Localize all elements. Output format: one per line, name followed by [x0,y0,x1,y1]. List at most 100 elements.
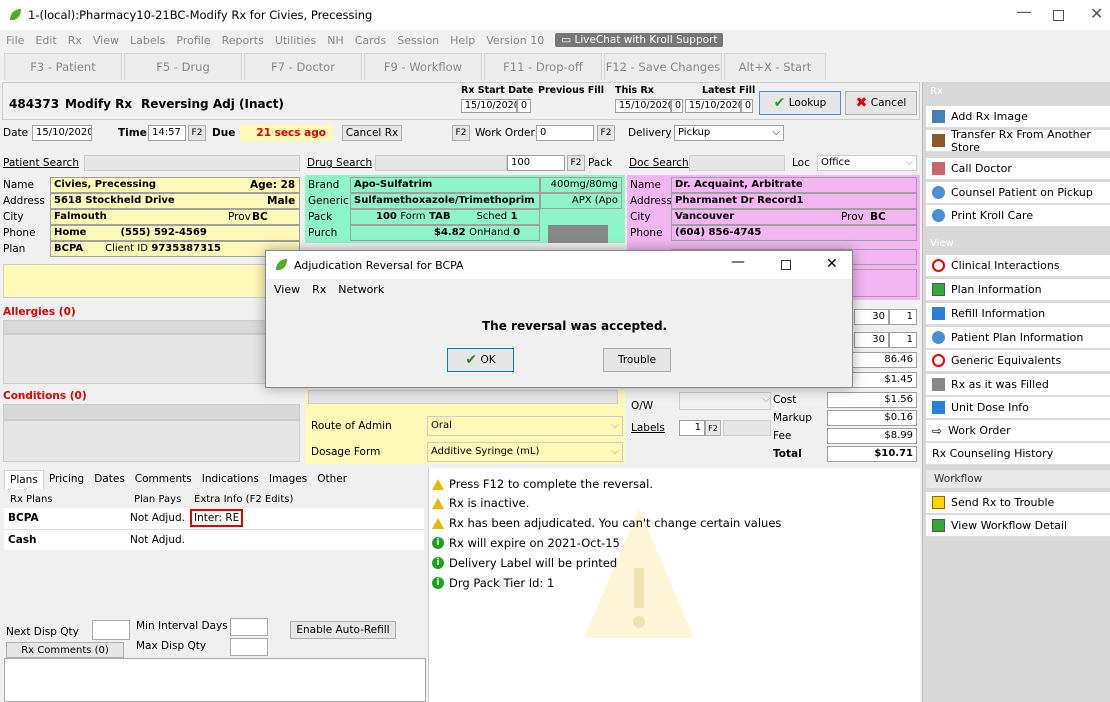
fkey-save[interactable]: F12 - Save Changes [604,53,722,80]
menu-profile[interactable]: Profile [176,34,210,47]
dialog-close-button[interactable]: ✕ [826,256,838,272]
min-interval-field[interactable] [230,618,268,636]
sidebar-item-add-rx-image[interactable]: Add Rx Image [926,106,1110,128]
route-select[interactable]: Oral ⌵ [427,416,623,436]
tab-pricing[interactable]: Pricing [44,470,89,489]
trouble-button[interactable]: Trouble [603,348,671,372]
tab-plans[interactable]: Plans [4,470,44,489]
ow-select[interactable]: ⌵ [679,392,771,410]
drug-qty-field[interactable]: 100 [507,155,565,171]
menu-utilities[interactable]: Utilities [275,34,316,47]
menu-help[interactable]: Help [450,34,475,47]
cancel-rx-button[interactable]: Cancel Rx [342,125,402,141]
time-f2-button[interactable]: F2 [188,125,206,141]
labels-field[interactable]: 1 [679,420,705,436]
sidebar-item-call-doctor[interactable]: Call Doctor [926,158,1110,180]
livechat-button[interactable]: ▭ LiveChat with Kroll Support [555,33,724,47]
qty2-field[interactable]: 30 [854,332,889,348]
fee-field[interactable]: $8.99 [827,428,917,444]
table-row[interactable]: BCPA Not Adjud. Inter: RE [4,508,424,530]
qty1b-field[interactable]: 1 [889,309,917,325]
drug-notes-field[interactable] [308,390,618,404]
sidebar-item-rx-as-filled[interactable]: Rx as it was Filled [926,374,1110,396]
doc-search-input[interactable] [689,155,785,171]
sidebar-item-patient-plan-information[interactable]: Patient Plan Information [926,327,1110,349]
patient-address-field[interactable]: 5618 Stockheld Drive [50,193,300,209]
dosage-select[interactable]: Additive Syringe (mL) ⌵ [427,442,623,462]
fkey-doctor[interactable]: F7 - Doctor [244,53,362,80]
rx-comments-field[interactable] [4,658,426,702]
labels-f2-button[interactable]: F2 [705,420,721,436]
this-rx-field[interactable]: 15/10/2020 [615,99,671,113]
next-disp-field[interactable] [92,620,130,640]
tab-comments[interactable]: Comments [130,470,197,489]
menu-cards[interactable]: Cards [355,34,386,47]
loc-select[interactable]: Office ⌵ [817,155,917,171]
close-window-button[interactable]: ✕ [1090,4,1103,23]
rx-comments-tab[interactable]: Rx Comments (0) [6,642,124,658]
menu-edit[interactable]: Edit [35,34,56,47]
tab-indications[interactable]: Indications [197,470,264,489]
rx-start-count[interactable]: 0 [517,99,531,113]
enable-auto-refill-button[interactable]: Enable Auto-Refill [290,621,396,639]
sidebar-item-unit-dose-info[interactable]: Unit Dose Info [926,397,1110,419]
sidebar-item-rx-counseling-history[interactable]: Rx Counseling History [926,443,1110,465]
menu-nh[interactable]: NH [327,34,344,47]
sidebar-item-print-kroll-care[interactable]: Print Kroll Care [926,205,1110,227]
tab-images[interactable]: Images [264,470,312,489]
this-rx-count[interactable]: 0 [671,99,683,113]
work-order-f2-button[interactable]: F2 [452,125,470,141]
plan-extra-info[interactable]: Inter: RE [190,509,244,527]
delivery-select[interactable]: Pickup ⌵ [674,125,784,141]
conditions-list[interactable] [3,420,300,462]
doc-phone-field[interactable]: (604) 856-4745 [671,225,917,241]
fkey-patient[interactable]: F3 - Patient [4,53,122,80]
dialog-maximize-button[interactable] [781,260,791,270]
manufacturer-field[interactable]: APX (Apo [540,193,622,209]
brand-field[interactable]: Apo-Sulfatrim [350,177,540,193]
fkey-start[interactable]: Alt+X - Start [724,53,826,80]
menu-session[interactable]: Session [397,34,439,47]
patient-search-input[interactable] [84,155,300,171]
pack-size-field[interactable]: 100 Form TAB Sched 1 [350,209,540,225]
menu-file[interactable]: File [6,34,24,47]
rx-start-field[interactable]: 15/10/2020 [461,99,517,113]
latest-fill-field[interactable]: 15/10/2020 [685,99,741,113]
sidebar-item-view-workflow-detail[interactable]: View Workflow Detail [926,515,1110,537]
sidebar-item-counsel-patient[interactable]: Counsel Patient on Pickup [926,182,1110,204]
minimize-button[interactable]: — [1016,2,1032,21]
cost-field[interactable]: $1.56 [827,392,917,408]
drug-f2-button[interactable]: F2 [567,155,585,171]
work-order-field[interactable]: 0 [536,125,594,141]
sidebar-item-refill-information[interactable]: Refill Information [926,303,1110,325]
allergies-list[interactable] [3,334,300,384]
table-row[interactable]: Cash Not Adjud. [4,530,424,550]
dialog-minimize-button[interactable]: — [731,254,745,270]
dialog-menu-view[interactable]: View [274,283,300,296]
patient-phone-field[interactable]: Home (555) 592-4569 [50,225,300,241]
sidebar-item-send-to-trouble[interactable]: Send Rx to Trouble [926,492,1110,514]
date-field[interactable]: 15/10/2020 [32,125,92,141]
fkey-workflow[interactable]: F9 - Workflow [364,53,482,80]
menu-rx[interactable]: Rx [68,34,82,47]
menu-labels[interactable]: Labels [130,34,165,47]
latest-fill-count[interactable]: 0 [741,99,753,113]
ok-button[interactable]: ✔ OK [447,348,514,372]
strength-field[interactable]: 400mg/80mg [540,177,622,193]
qty2b-field[interactable]: 1 [889,332,917,348]
tab-other[interactable]: Other [312,470,352,489]
dialog-menu-network[interactable]: Network [338,283,384,296]
sidebar-item-work-order[interactable]: ⇨ Work Order [926,420,1110,442]
lookup-button[interactable]: ✔ Lookup [759,91,841,115]
sidebar-item-clinical-interactions[interactable]: Clinical Interactions [926,255,1110,277]
doc-address-field[interactable]: Pharmanet Dr Record1 [671,193,917,209]
max-disp-field[interactable] [230,638,268,656]
patient-notes[interactable] [3,264,300,298]
tab-dates[interactable]: Dates [89,470,130,489]
patient-plan-field[interactable]: BCPA Client ID 9735387315 [50,241,300,257]
qty1-field[interactable]: 30 [854,309,889,325]
sidebar-item-generic-equivalents[interactable]: Generic Equivalents [926,350,1110,372]
fkey-drug[interactable]: F5 - Drug [124,53,242,80]
generic-field[interactable]: Sulfamethoxazole/Trimethoprim [350,193,540,209]
sidebar-item-plan-information[interactable]: Plan Information [926,279,1110,301]
